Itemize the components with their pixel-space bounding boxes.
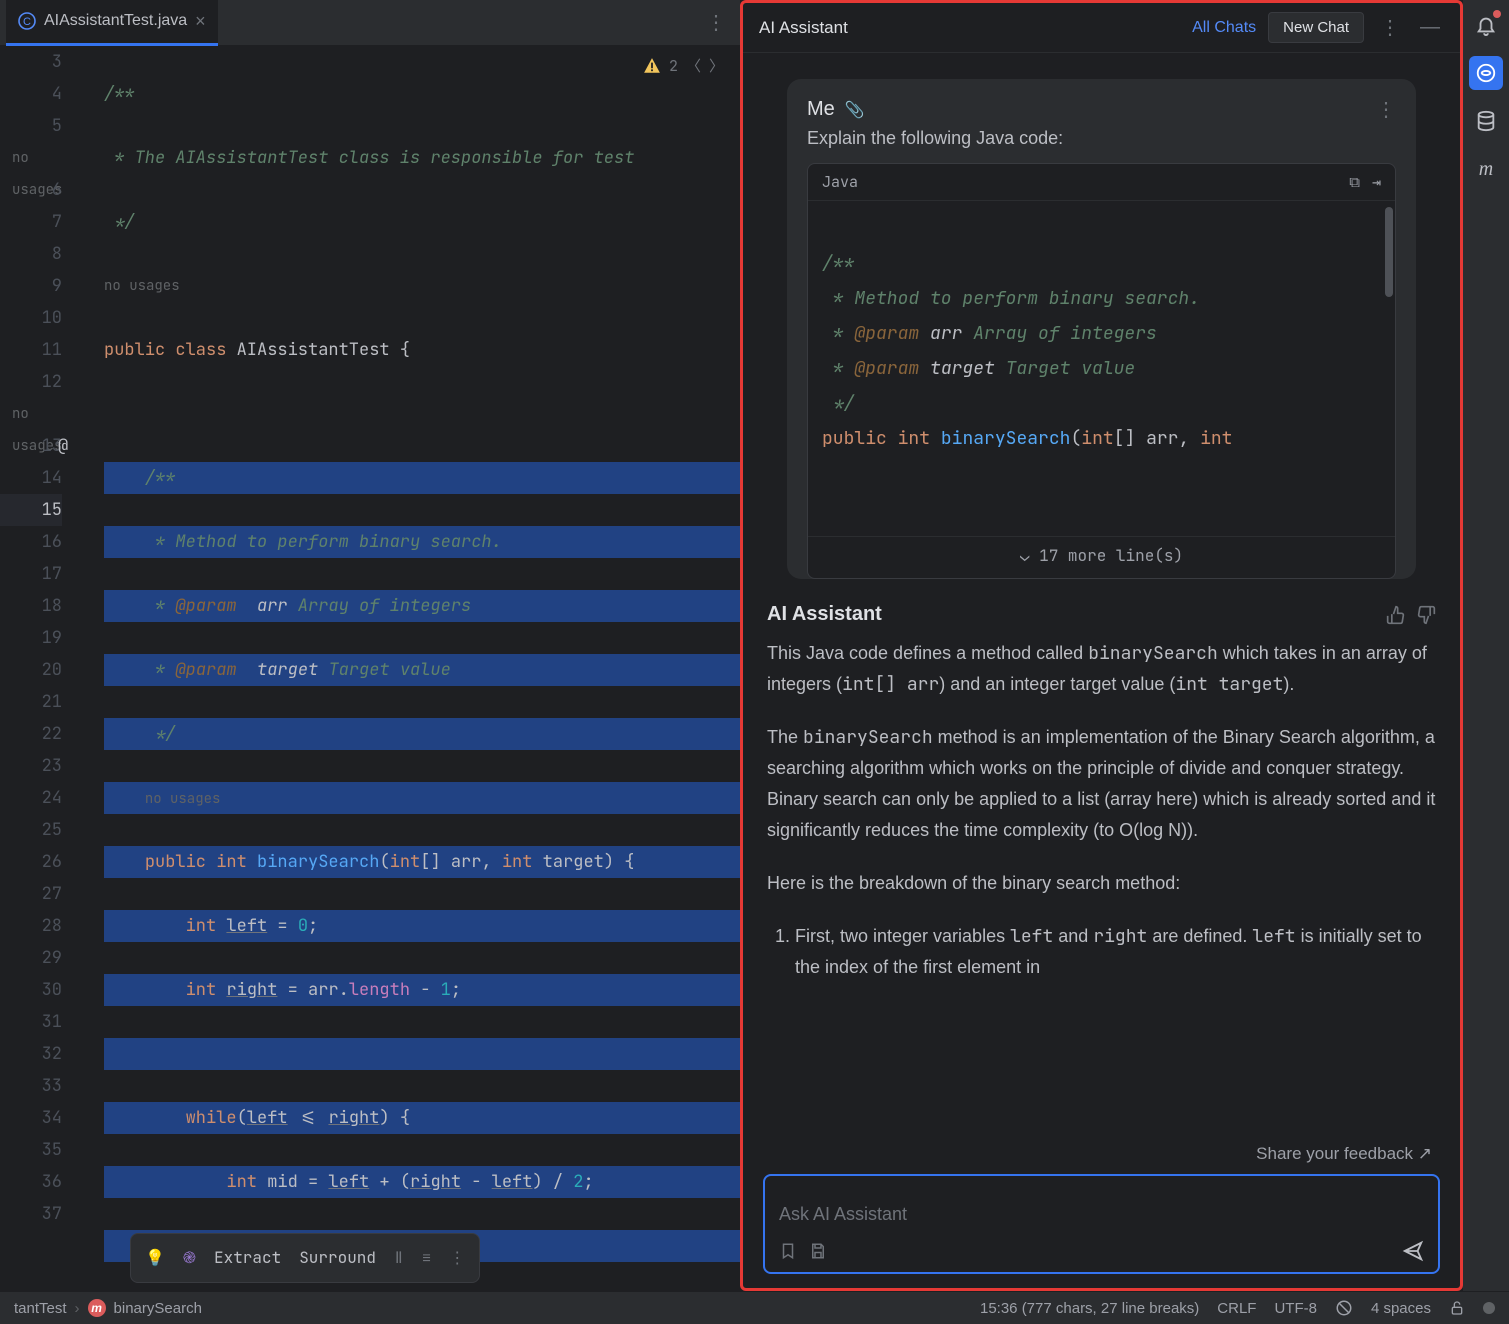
warning-icon: [643, 57, 661, 75]
tab-filename: AIAssistantTest.java: [44, 12, 187, 30]
at-gutter-icon[interactable]: @: [58, 430, 68, 462]
save-icon[interactable]: [809, 1242, 827, 1260]
more-actions-icon[interactable]: ⋮: [449, 1242, 465, 1274]
warning-count: 2: [669, 50, 678, 82]
ai-header: AI Assistant All Chats New Chat ⋮ —: [743, 3, 1460, 53]
new-chat-button[interactable]: New Chat: [1268, 12, 1364, 43]
thumbs-down-icon[interactable]: [1416, 605, 1436, 625]
line-separator[interactable]: CRLF: [1217, 1300, 1256, 1317]
assistant-message-header: AI Assistant: [767, 603, 1436, 626]
editor-tab-bar: C AIAssistantTest.java × ⋮: [0, 0, 740, 46]
class-icon: C: [18, 12, 36, 30]
method-icon: m: [88, 1299, 106, 1317]
code-snippet: Java ⧉ ⇥ /** * Method to perform binary …: [807, 163, 1396, 579]
intention-action-bar: 💡 ֎ Extract Surround ∥ ≡ ⋮: [130, 1233, 480, 1283]
ai-swirl-icon[interactable]: ֎: [183, 1242, 196, 1274]
thumbs-up-icon[interactable]: [1386, 605, 1406, 625]
wrap-icon[interactable]: ⇥: [1372, 172, 1381, 192]
copilot-icon[interactable]: [1335, 1299, 1353, 1317]
assistant-label: AI Assistant: [767, 603, 882, 626]
ai-menu-icon[interactable]: ⋮: [1376, 11, 1404, 44]
ai-input-field[interactable]: [779, 1188, 1424, 1240]
bulb-icon[interactable]: 💡: [145, 1242, 165, 1274]
close-tab-icon[interactable]: ×: [195, 12, 206, 30]
comment-icon[interactable]: ∥: [394, 1242, 404, 1274]
ai-conversation: Me 📎 ⋮ Explain the following Java code: …: [743, 53, 1460, 1138]
assistant-message-body: This Java code defines a method called b…: [767, 638, 1436, 983]
ai-assistant-panel: AI Assistant All Chats New Chat ⋮ — Me 📎…: [740, 0, 1463, 1291]
snippet-lang: Java: [822, 172, 858, 192]
status-indicator-icon[interactable]: [1483, 1302, 1495, 1314]
chevron-down-icon: ⌄: [1020, 545, 1039, 566]
maven-tool-icon[interactable]: m: [1469, 152, 1503, 186]
database-tool-icon[interactable]: [1469, 104, 1503, 138]
breadcrumb[interactable]: tantTest › m binarySearch: [14, 1299, 202, 1317]
right-tool-rail: m: [1463, 0, 1509, 1291]
notifications-icon[interactable]: [1469, 8, 1503, 42]
reformat-icon[interactable]: ≡: [422, 1242, 432, 1274]
lock-icon[interactable]: [1449, 1300, 1465, 1316]
file-tab[interactable]: C AIAssistantTest.java ×: [6, 0, 218, 46]
user-message: Me 📎 ⋮ Explain the following Java code: …: [787, 79, 1416, 579]
user-message-text: Explain the following Java code:: [807, 128, 1396, 149]
feedback-link[interactable]: Share your feedback ↗: [763, 1138, 1440, 1174]
ai-input-box[interactable]: [763, 1174, 1440, 1274]
all-chats-link[interactable]: All Chats: [1192, 19, 1256, 37]
status-bar: tantTest › m binarySearch 15:36 (777 cha…: [0, 1291, 1509, 1324]
prev-warning-icon[interactable]: 〈: [686, 50, 701, 82]
extract-action[interactable]: Extract: [214, 1242, 281, 1274]
ai-assistant-tool-icon[interactable]: [1469, 56, 1503, 90]
indent-setting[interactable]: 4 spaces: [1371, 1300, 1431, 1317]
expand-snippet[interactable]: ⌄ 17 more line(s): [808, 536, 1395, 578]
next-warning-icon[interactable]: 〉: [709, 50, 724, 82]
caret-position[interactable]: 15:36 (777 chars, 27 line breaks): [980, 1300, 1199, 1317]
surround-action[interactable]: Surround: [299, 1242, 376, 1274]
send-icon[interactable]: [1402, 1240, 1424, 1262]
inspection-widget[interactable]: 2 〈 〉: [643, 50, 724, 82]
snippet-scrollbar[interactable]: [1385, 207, 1393, 297]
bookmark-icon[interactable]: [779, 1242, 797, 1260]
tab-menu-icon[interactable]: ⋮: [698, 10, 734, 35]
code-content[interactable]: /** * The AIAssistantTest class is respo…: [104, 46, 740, 1291]
code-editor[interactable]: 2 〈 〉 345 no usages 6789101112 no usages…: [0, 46, 740, 1291]
gutter: 345 no usages 6789101112 no usages 13@ 1…: [0, 46, 90, 1230]
copy-icon[interactable]: ⧉: [1349, 172, 1360, 192]
svg-text:C: C: [23, 16, 31, 28]
message-menu-icon[interactable]: ⋮: [1376, 97, 1396, 122]
attachment-icon[interactable]: 📎: [845, 100, 865, 120]
minimize-icon[interactable]: —: [1416, 12, 1444, 43]
ai-panel-title: AI Assistant: [759, 18, 1180, 38]
file-encoding[interactable]: UTF-8: [1274, 1300, 1317, 1317]
user-label: Me: [807, 98, 835, 121]
